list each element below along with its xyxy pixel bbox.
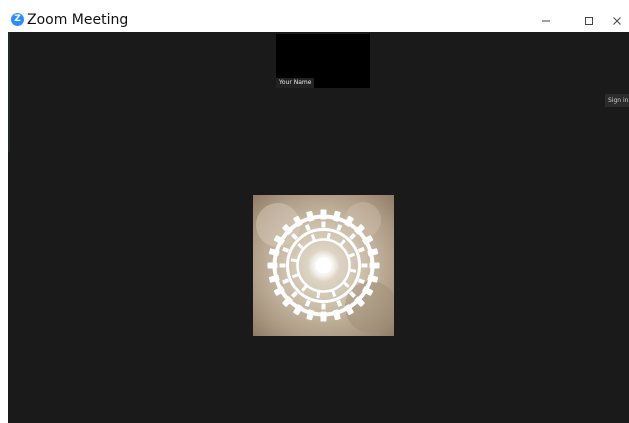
maximize-icon	[585, 17, 593, 25]
self-video-tile[interactable]: Your Name	[276, 34, 370, 88]
participant-avatar	[253, 195, 394, 336]
zoom-meeting-window: Z Zoom Meeting Your Name Sign in	[0, 0, 629, 423]
meeting-stage: Your Name Sign in	[8, 32, 629, 423]
window-title: Zoom Meeting	[27, 12, 129, 28]
maximize-button[interactable]	[574, 10, 604, 32]
close-icon	[613, 17, 621, 25]
close-button[interactable]	[602, 10, 629, 32]
self-name-label: Your Name	[276, 78, 315, 88]
minimize-button[interactable]	[531, 10, 561, 32]
minimize-icon	[542, 20, 550, 22]
title-bar[interactable]: Z Zoom Meeting	[8, 10, 629, 32]
window-left-edge	[8, 32, 10, 152]
mandala-avatar-image	[253, 195, 394, 336]
sign-in-button[interactable]: Sign in	[605, 94, 629, 107]
zoom-logo-icon: Z	[11, 13, 24, 26]
